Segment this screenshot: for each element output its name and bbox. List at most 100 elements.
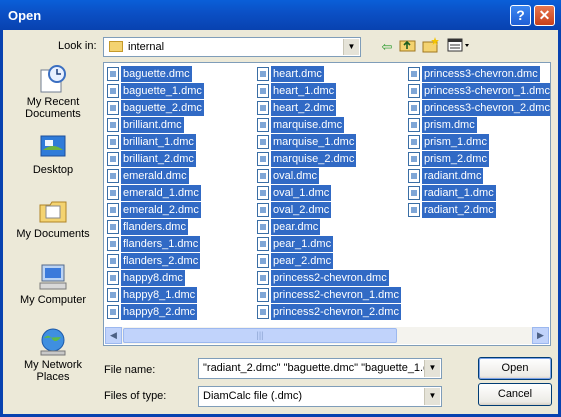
dmc-file-icon bbox=[408, 186, 420, 200]
place-label: My Computer bbox=[19, 294, 87, 306]
file-item-name: baguette_1.dmc bbox=[121, 83, 204, 99]
chevron-down-icon[interactable]: ▼ bbox=[424, 360, 440, 377]
my-documents-icon bbox=[37, 196, 69, 226]
dmc-file-icon bbox=[257, 169, 269, 183]
file-item-name: emerald_2.dmc bbox=[121, 202, 201, 218]
file-item-name: happy8_2.dmc bbox=[121, 304, 198, 320]
recent-documents-icon bbox=[37, 64, 69, 94]
file-item-name: princess2-chevron.dmc bbox=[271, 270, 389, 286]
dmc-file-icon bbox=[257, 271, 269, 285]
dmc-file-icon bbox=[408, 84, 420, 98]
file-name-combo[interactable]: "radiant_2.dmc" "baguette.dmc" "baguette… bbox=[198, 358, 442, 379]
network-places-icon bbox=[37, 327, 69, 357]
cancel-button[interactable]: Cancel bbox=[478, 383, 552, 406]
file-item-name: brilliant.dmc bbox=[121, 117, 184, 133]
file-item-name: flanders_2.dmc bbox=[121, 253, 201, 269]
dmc-file-icon bbox=[107, 135, 119, 149]
file-item-name: radiant_2.dmc bbox=[422, 202, 496, 218]
dmc-file-icon bbox=[107, 101, 119, 115]
dmc-file-icon bbox=[257, 135, 269, 149]
file-type-value: DiamCalc file (.dmc) bbox=[203, 390, 303, 402]
horizontal-scrollbar[interactable]: ◀ ||| ▶ bbox=[105, 327, 549, 344]
dmc-file-icon bbox=[257, 237, 269, 251]
views-menu-icon[interactable] bbox=[446, 37, 472, 57]
place-label: Desktop bbox=[32, 164, 74, 176]
dmc-file-icon bbox=[107, 203, 119, 217]
file-name-label: File name: bbox=[104, 364, 156, 376]
help-button[interactable]: ? bbox=[510, 5, 531, 26]
file-item-name: brilliant_1.dmc bbox=[121, 134, 196, 150]
file-item-name: pear_1.dmc bbox=[271, 236, 334, 252]
file-item-name: marquise_2.dmc bbox=[271, 151, 357, 167]
dmc-file-icon bbox=[257, 203, 269, 217]
place-my-network-places[interactable]: My Network Places bbox=[8, 327, 98, 383]
place-my-documents[interactable]: My Documents bbox=[8, 196, 98, 240]
dmc-file-icon bbox=[257, 67, 269, 81]
new-folder-icon[interactable] bbox=[421, 37, 441, 57]
file-item-name: radiant_1.dmc bbox=[422, 185, 496, 201]
chevron-down-icon[interactable]: ▼ bbox=[343, 39, 359, 55]
dmc-file-icon bbox=[107, 220, 119, 234]
file-item-name: brilliant_2.dmc bbox=[121, 151, 196, 167]
place-my-recent-documents[interactable]: My Recent Documents bbox=[8, 64, 98, 120]
place-my-computer[interactable]: My Computer bbox=[8, 262, 98, 306]
dmc-file-icon bbox=[107, 152, 119, 166]
file-item-name: princess2-chevron_2.dmc bbox=[271, 304, 401, 320]
file-item-name: princess3-chevron_1.dmc bbox=[422, 83, 550, 99]
file-name-value[interactable]: "radiant_2.dmc" "baguette.dmc" "baguette… bbox=[203, 362, 425, 374]
file-item-name: heart.dmc bbox=[271, 66, 324, 82]
file-item-name: flanders_1.dmc bbox=[121, 236, 201, 252]
look-in-label: Look in: bbox=[58, 40, 97, 52]
dmc-file-icon bbox=[257, 305, 269, 319]
file-item-name: princess3-chevron_2.dmc bbox=[422, 100, 550, 116]
file-item-name: prism_1.dmc bbox=[422, 134, 489, 150]
dmc-file-icon bbox=[107, 237, 119, 251]
place-label: My Recent Documents bbox=[25, 96, 81, 120]
file-item-name: happy8.dmc bbox=[121, 270, 185, 286]
file-item-name: radiant.dmc bbox=[422, 168, 484, 184]
open-button[interactable]: Open bbox=[478, 357, 552, 380]
dmc-file-icon bbox=[408, 118, 420, 132]
close-button[interactable]: ✕ bbox=[534, 5, 555, 26]
file-type-combo[interactable]: DiamCalc file (.dmc) ▼ bbox=[198, 386, 442, 407]
file-item-name: flanders.dmc bbox=[121, 219, 188, 235]
dmc-file-icon bbox=[107, 271, 119, 285]
dmc-file-icon bbox=[107, 305, 119, 319]
dmc-file-icon bbox=[257, 118, 269, 132]
scroll-left-icon[interactable]: ◀ bbox=[105, 327, 122, 344]
file-item-name: oval_2.dmc bbox=[271, 202, 332, 218]
dmc-file-icon bbox=[408, 101, 420, 115]
file-item-name: prism_2.dmc bbox=[422, 151, 489, 167]
dmc-file-icon bbox=[107, 67, 119, 81]
dmc-file-icon bbox=[107, 254, 119, 268]
dmc-file-icon bbox=[107, 186, 119, 200]
dmc-file-icon bbox=[408, 152, 420, 166]
place-desktop[interactable]: Desktop bbox=[8, 132, 98, 176]
place-label: My Network Places bbox=[23, 359, 83, 383]
dmc-file-icon bbox=[257, 288, 269, 302]
chevron-down-icon[interactable]: ▼ bbox=[424, 388, 440, 405]
dmc-file-icon bbox=[257, 152, 269, 166]
file-item-name: heart_2.dmc bbox=[271, 100, 337, 116]
up-folder-icon[interactable] bbox=[398, 37, 418, 57]
dmc-file-icon bbox=[408, 203, 420, 217]
dmc-file-icon bbox=[408, 67, 420, 81]
file-item-name: princess2-chevron_1.dmc bbox=[271, 287, 401, 303]
file-item-name: baguette.dmc bbox=[121, 66, 192, 82]
folder-icon bbox=[109, 41, 123, 52]
file-item-name: happy8_1.dmc bbox=[121, 287, 198, 303]
my-computer-icon bbox=[37, 262, 69, 292]
dmc-file-icon bbox=[257, 254, 269, 268]
title-bar: Open ? ✕ bbox=[0, 0, 561, 30]
file-item-name: marquise.dmc bbox=[271, 117, 345, 133]
back-arrow-icon[interactable]: ⇦ bbox=[377, 37, 397, 57]
dmc-file-icon bbox=[107, 118, 119, 132]
scroll-thumb[interactable]: ||| bbox=[123, 328, 397, 343]
dmc-file-icon bbox=[408, 135, 420, 149]
file-list[interactable]: baguette.dmc baguette_1.dmc baguette_2.dmc… bbox=[103, 62, 551, 346]
file-item-name: baguette_2.dmc bbox=[121, 100, 204, 116]
file-item-name: oval.dmc bbox=[271, 168, 320, 184]
file-item-name: pear_2.dmc bbox=[271, 253, 334, 269]
look-in-combo[interactable]: internal ▼ bbox=[103, 37, 361, 57]
scroll-right-icon[interactable]: ▶ bbox=[532, 327, 549, 344]
